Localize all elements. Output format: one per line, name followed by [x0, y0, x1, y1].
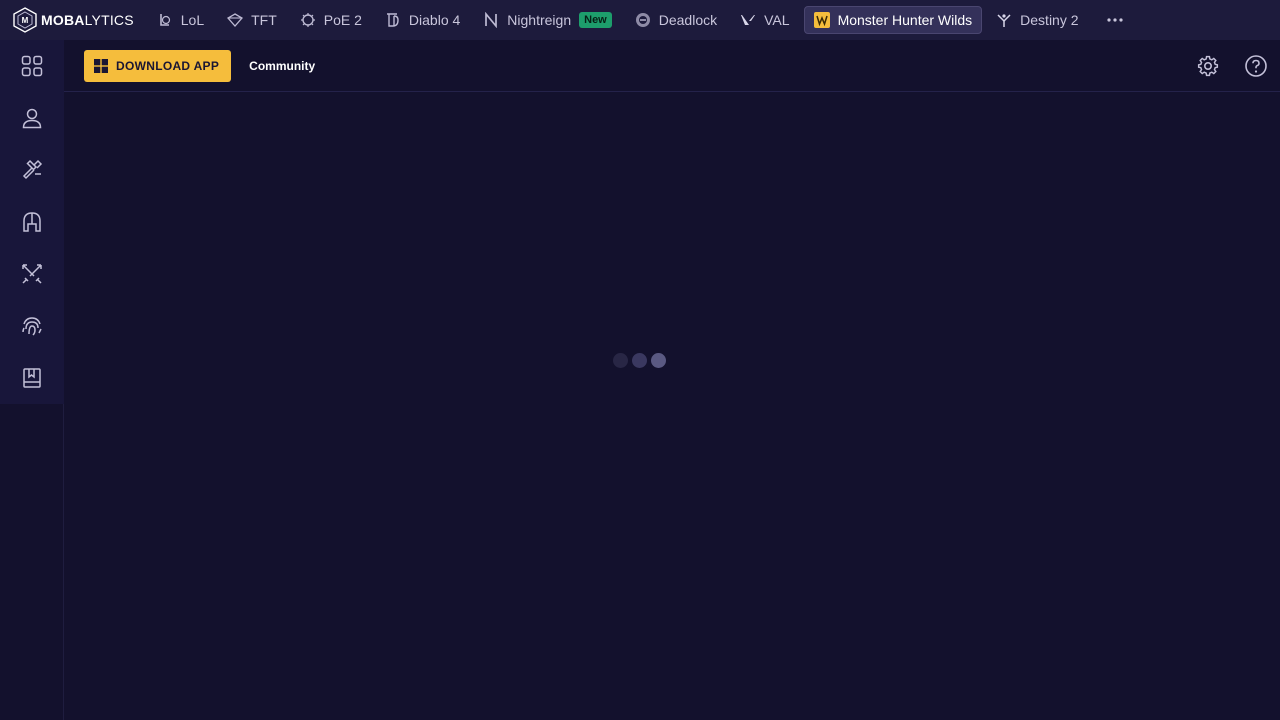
fingerprint-icon	[22, 317, 42, 336]
sidebar-item-weapons[interactable]	[0, 248, 64, 300]
gear-icon	[1197, 55, 1219, 76]
game-tab-monster-hunter-wilds[interactable]: Monster Hunter Wilds	[803, 6, 983, 34]
valorant-icon	[740, 12, 756, 28]
main-content	[64, 92, 1280, 720]
sidebar-item-profile[interactable]	[0, 92, 64, 144]
game-tab-destiny2[interactable]: Destiny 2	[987, 6, 1087, 34]
loading-dot	[613, 353, 628, 368]
game-tab-label: PoE 2	[323, 12, 362, 28]
loading-indicator	[613, 353, 666, 368]
game-tab-label: Destiny 2	[1020, 12, 1079, 28]
game-nav-bar: M MOBALYTICS LoL TFT PoE 2 Diablo 4 Nigh…	[0, 0, 1280, 40]
game-tab-poe2[interactable]: PoE 2	[291, 6, 371, 34]
user-icon	[22, 108, 42, 129]
brand-name: MOBALYTICS	[41, 12, 134, 28]
more-games-button[interactable]	[1103, 6, 1127, 34]
sidebar-item-home[interactable]	[0, 40, 64, 92]
settings-button[interactable]	[1184, 40, 1232, 92]
crossed-swords-icon	[22, 264, 42, 284]
game-tab-label: LoL	[180, 12, 205, 28]
game-tab-label: Diablo 4	[408, 12, 461, 28]
diablo4-icon	[385, 12, 401, 28]
sidebar-item-builds[interactable]	[0, 144, 64, 196]
game-tab-label: Nightreign	[507, 12, 572, 28]
grid-icon	[21, 55, 43, 77]
game-tab-deadlock[interactable]: Deadlock	[626, 6, 726, 34]
nightreign-icon	[483, 12, 499, 28]
help-button[interactable]	[1232, 40, 1280, 92]
loading-dot	[651, 353, 666, 368]
tft-icon	[227, 12, 244, 28]
sidebar-background	[0, 404, 64, 720]
ellipsis-icon	[1106, 18, 1123, 22]
monster-hunter-wilds-icon	[813, 12, 830, 28]
help-icon	[1245, 54, 1267, 77]
left-sidebar	[0, 40, 64, 404]
lol-icon	[157, 12, 173, 28]
sidebar-item-monsters[interactable]	[0, 196, 64, 248]
game-tab-label: Deadlock	[658, 12, 718, 28]
new-badge: New	[579, 12, 612, 28]
mobalytics-shield-icon: M	[13, 7, 37, 33]
mobalytics-logo[interactable]: M MOBALYTICS	[0, 0, 134, 40]
download-app-label: DOWNLOAD APP	[116, 58, 220, 73]
game-tab-label: TFT	[251, 12, 277, 28]
game-tab-label: VAL	[764, 12, 790, 28]
download-app-button[interactable]: DOWNLOAD APP	[84, 49, 232, 82]
helmet-icon	[23, 212, 41, 232]
game-tab-diablo4[interactable]: Diablo 4	[376, 6, 469, 34]
game-tab-valorant[interactable]: VAL	[731, 6, 798, 34]
game-tab-tft[interactable]: TFT	[218, 6, 286, 34]
loading-dot	[632, 353, 647, 368]
book-icon	[23, 368, 41, 388]
game-tab-label: Monster Hunter Wilds	[837, 12, 973, 28]
deadlock-icon	[635, 12, 651, 28]
community-link[interactable]: Community	[249, 59, 315, 73]
sidebar-item-guides[interactable]	[0, 352, 64, 404]
destiny2-icon	[996, 12, 1012, 28]
game-tab-nightreign[interactable]: Nightreign New	[474, 6, 620, 34]
poe2-icon	[300, 12, 316, 28]
sub-header: DOWNLOAD APP Community	[64, 40, 1280, 92]
game-tab-lol[interactable]: LoL	[148, 6, 213, 34]
hammer-icon	[22, 159, 43, 180]
svg-text:M: M	[22, 16, 29, 25]
sidebar-item-skills[interactable]	[0, 300, 64, 352]
windows-icon	[94, 58, 108, 73]
